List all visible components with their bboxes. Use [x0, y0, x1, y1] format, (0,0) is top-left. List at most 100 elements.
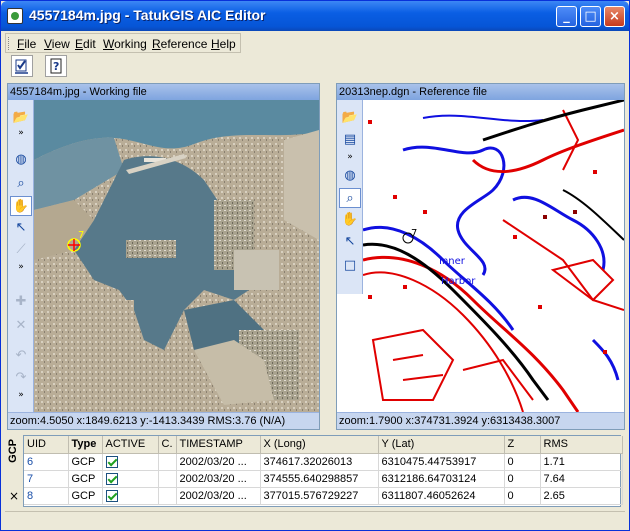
reference-status-bar: zoom:1.7900 x:374731.3924 y:6313438.3007	[337, 412, 624, 429]
reference-panel-header: 20313nep.dgn - Reference file	[337, 84, 624, 100]
cell-y: 6310475.44753917	[378, 453, 505, 471]
cell-active	[102, 470, 159, 488]
menu-view[interactable]: View	[44, 37, 70, 51]
cell-type: GCP	[68, 470, 103, 488]
redo-icon[interactable]: ↷	[10, 368, 32, 388]
main-toolbar: ?	[5, 55, 73, 78]
column-header-timestamp[interactable]: TIMESTAMP	[176, 436, 261, 454]
menu-grip[interactable]	[8, 37, 11, 50]
app-window: 4557184m.jpg - TatukGIS AIC Editor _ □ ×…	[0, 0, 630, 531]
add-point-icon[interactable]: ✚	[10, 292, 32, 312]
cell-uid: 6	[24, 453, 69, 471]
column-header-c[interactable]: C.	[158, 436, 177, 454]
close-icon[interactable]: ×	[9, 489, 19, 503]
cell-uid: 8	[24, 487, 69, 505]
map-label-harbor: Harbor	[441, 276, 476, 287]
working-toolbar: 📂 » ◍ ⌕ ✋ ↖ ⟋ » ✚ ✕ ↶ ↷ »	[8, 100, 34, 412]
help-book-icon[interactable]: ?	[45, 55, 67, 77]
document-icon[interactable]: ▤	[339, 130, 361, 150]
menu-reference[interactable]: Reference	[152, 37, 207, 51]
column-header-y[interactable]: Y (Lat)	[378, 436, 505, 454]
rectangle-icon[interactable]: □	[339, 256, 361, 276]
reference-toolbar: 📂 ▤ » ◍ ⌕ ✋ ↖ □	[337, 100, 363, 294]
map-label-inner: Inner	[439, 256, 466, 267]
title-bar[interactable]: 4557184m.jpg - TatukGIS AIC Editor _ □ ×	[1, 1, 629, 31]
open-folder-icon[interactable]: 📂	[339, 108, 361, 128]
cell-z: 0	[504, 487, 541, 505]
table-row[interactable]: 8 GCP 2002/03/20 ... 377015.576729227 63…	[24, 487, 623, 505]
cell-rms: 7.64	[540, 470, 623, 488]
zoom-icon[interactable]: ⌕	[339, 188, 361, 208]
chevron-down-icon[interactable]: »	[10, 390, 32, 400]
cell-x: 377015.576729227	[260, 487, 379, 505]
select-arrow-icon[interactable]: ↖	[339, 232, 361, 252]
column-header-rms[interactable]: RMS	[540, 436, 623, 454]
cell-c	[158, 470, 177, 488]
table-row[interactable]: 7 GCP 2002/03/20 ... 374555.640298857 63…	[24, 470, 623, 488]
menu-working[interactable]: Working	[103, 37, 147, 51]
cell-x: 374617.32026013	[260, 453, 379, 471]
close-button[interactable]: ×	[604, 6, 625, 27]
cell-c	[158, 487, 177, 505]
working-status-bar: zoom:4.5050 x:1849.6213 y:-1413.3439 RMS…	[8, 412, 319, 429]
menu-edit[interactable]: Edit	[75, 37, 96, 51]
cell-timestamp: 2002/03/20 ...	[176, 470, 261, 488]
chevron-down-icon[interactable]: »	[10, 128, 32, 138]
cell-x: 374555.640298857	[260, 470, 379, 488]
gcp-marker-label: 7	[78, 230, 84, 241]
active-checkbox[interactable]	[105, 455, 118, 468]
cell-active	[102, 453, 159, 471]
cell-type: GCP	[68, 453, 103, 471]
svg-text:?: ?	[53, 60, 59, 73]
column-header-uid[interactable]: UID	[24, 436, 69, 454]
working-panel: 4557184m.jpg - Working file 📂 » ◍ ⌕ ✋ ↖ …	[7, 83, 320, 430]
open-folder-icon[interactable]: 📂	[10, 108, 32, 128]
column-header-active[interactable]: ACTIVE	[102, 436, 159, 454]
working-map-image[interactable]: 7	[34, 100, 319, 412]
gcp-table: UID Type ACTIVE C. TIMESTAMP X (Long) Y …	[23, 435, 623, 507]
cell-rms: 2.65	[540, 487, 623, 505]
working-panel-header: 4557184m.jpg - Working file	[8, 84, 319, 100]
minimize-button[interactable]: _	[556, 6, 577, 27]
gcp-marker-label: 7	[411, 228, 417, 239]
column-header-x[interactable]: X (Long)	[260, 436, 379, 454]
column-header-z[interactable]: Z	[504, 436, 541, 454]
chevron-down-icon[interactable]: »	[10, 262, 32, 272]
reference-map-vector[interactable]: 7 Inner Harbor	[363, 100, 624, 412]
reference-panel: 20313nep.dgn - Reference file 📂 ▤ » ◍ ⌕ …	[336, 83, 625, 430]
cell-active	[102, 487, 159, 505]
window-title: 4557184m.jpg - TatukGIS AIC Editor	[29, 7, 266, 23]
cell-timestamp: 2002/03/20 ...	[176, 487, 261, 505]
menu-help[interactable]: Help	[211, 37, 236, 51]
active-checkbox[interactable]	[105, 489, 118, 502]
bottom-status-strip	[5, 511, 625, 527]
column-header-type[interactable]: Type	[68, 436, 103, 454]
cell-uid: 7	[24, 470, 69, 488]
maximize-button[interactable]: □	[580, 6, 601, 27]
globe-icon[interactable]: ◍	[339, 166, 361, 186]
cell-rms: 1.71	[540, 453, 623, 471]
pan-hand-icon[interactable]: ✋	[10, 196, 32, 216]
draw-line-icon[interactable]: ⟋	[10, 240, 32, 260]
undo-icon[interactable]: ↶	[10, 346, 32, 366]
app-icon	[7, 8, 23, 24]
cell-c	[158, 453, 177, 471]
pan-hand-icon[interactable]: ✋	[339, 210, 361, 230]
zoom-icon[interactable]: ⌕	[10, 174, 32, 194]
gcp-side-panel: GCP ×	[5, 435, 23, 515]
menu-bar: File View Edit Working Reference Help	[5, 33, 241, 53]
cell-type: GCP	[68, 487, 103, 505]
menu-file[interactable]: File	[17, 37, 36, 51]
active-checkbox[interactable]	[105, 472, 118, 485]
select-arrow-icon[interactable]: ↖	[10, 218, 32, 238]
chevron-down-icon[interactable]: »	[339, 152, 361, 162]
cell-y: 6311807.46052624	[378, 487, 505, 505]
cell-z: 0	[504, 470, 541, 488]
cell-z: 0	[504, 453, 541, 471]
checklist-icon[interactable]	[11, 55, 33, 77]
delete-icon[interactable]: ✕	[10, 316, 32, 336]
table-row[interactable]: 6 GCP 2002/03/20 ... 374617.32026013 631…	[24, 453, 623, 471]
table-header-row: UID Type ACTIVE C. TIMESTAMP X (Long) Y …	[24, 436, 623, 454]
gcp-label: GCP	[7, 439, 19, 463]
globe-icon[interactable]: ◍	[10, 150, 32, 170]
